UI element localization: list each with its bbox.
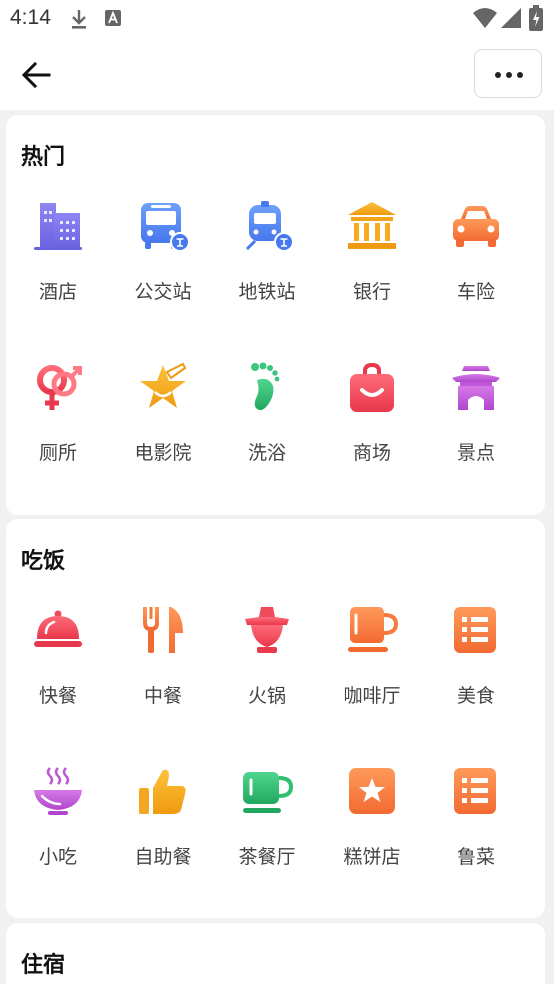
category-item-snack[interactable]: 小吃 xyxy=(6,766,110,906)
star-box-icon xyxy=(349,768,395,814)
status-time: 4:14 xyxy=(10,6,51,29)
subway-icon xyxy=(245,201,293,252)
fork-knife-icon xyxy=(143,607,183,653)
coffee-icon xyxy=(348,607,398,652)
category-item-subway[interactable]: 地铁站 xyxy=(215,201,319,341)
wifi-icon xyxy=(473,8,497,28)
category-label: 美食 xyxy=(456,685,495,707)
category-item-cinema[interactable]: 电影院 xyxy=(111,362,215,502)
more-dots-icon xyxy=(495,72,501,78)
category-item-food[interactable]: 美食 xyxy=(424,605,528,745)
category-label: 火锅 xyxy=(247,685,286,707)
scenic-icon xyxy=(452,366,500,410)
category-item-tea-restaurant[interactable]: 茶餐厅 xyxy=(215,766,319,906)
category-item-hotel[interactable]: 酒店 xyxy=(6,201,110,341)
battery-icon xyxy=(529,5,543,31)
category-item-car-insurance[interactable]: 车险 xyxy=(424,201,528,341)
mall-icon xyxy=(350,362,394,412)
menu-list-icon xyxy=(454,607,496,653)
menu-list-icon xyxy=(454,768,496,814)
section-card-dining: 吃饭 快餐 中餐 火锅 咖啡厅 美食 小吃 自助餐 茶餐厅 糕饼店 鲁菜 xyxy=(6,519,545,918)
snack-bowl-icon xyxy=(34,767,82,815)
hotel-icon xyxy=(34,203,82,250)
category-item-toilet[interactable]: 厕所 xyxy=(6,362,110,502)
category-item-chinese-food[interactable]: 中餐 xyxy=(111,605,215,745)
category-label: 地铁站 xyxy=(238,281,296,303)
category-item-bank[interactable]: 银行 xyxy=(320,201,424,341)
category-label: 车险 xyxy=(456,281,495,303)
category-label: 洗浴 xyxy=(247,442,286,464)
section-card-popular: 热门 酒店 公交站 地铁站 银行 车险 厕所 电影院 洗浴 商场 景点 xyxy=(6,115,545,515)
section-card-lodging: 住宿 xyxy=(6,923,545,984)
bus-icon xyxy=(141,203,189,252)
more-button[interactable] xyxy=(474,49,542,98)
category-item-bath[interactable]: 洗浴 xyxy=(215,362,319,502)
back-button[interactable] xyxy=(20,58,54,92)
category-item-buffet[interactable]: 自助餐 xyxy=(111,766,215,906)
section-title: 热门 xyxy=(21,145,66,170)
category-label: 银行 xyxy=(352,281,391,303)
arrow-left-icon xyxy=(21,61,51,89)
toilet-icon xyxy=(37,365,82,410)
category-label: 景点 xyxy=(456,442,495,464)
cinema-icon xyxy=(140,362,187,408)
top-app-bar xyxy=(0,38,554,110)
car-icon xyxy=(453,206,499,247)
category-item-shandong-cuisine[interactable]: 鲁菜 xyxy=(424,766,528,906)
category-label: 公交站 xyxy=(134,281,192,303)
category-label: 鲁菜 xyxy=(456,846,495,868)
category-item-mall[interactable]: 商场 xyxy=(320,362,424,502)
category-item-hotpot[interactable]: 火锅 xyxy=(215,605,319,745)
category-item-scenic-spot[interactable]: 景点 xyxy=(424,362,528,502)
category-label: 小吃 xyxy=(38,846,77,868)
category-item-cafe[interactable]: 咖啡厅 xyxy=(320,605,424,745)
category-label: 糕饼店 xyxy=(343,846,401,868)
font-a-icon xyxy=(105,10,121,26)
more-dot xyxy=(517,72,523,78)
category-label: 厕所 xyxy=(38,442,77,464)
section-title: 住宿 xyxy=(21,953,66,978)
status-bar: 4:14 xyxy=(0,0,554,38)
category-label: 咖啡厅 xyxy=(343,685,401,707)
category-item-bakery[interactable]: 糕饼店 xyxy=(320,766,424,906)
signal-icon xyxy=(501,8,521,28)
bank-icon xyxy=(348,202,396,249)
section-title: 吃饭 xyxy=(21,549,66,574)
more-dot xyxy=(506,72,512,78)
category-label: 茶餐厅 xyxy=(238,846,296,868)
category-label: 自助餐 xyxy=(134,846,192,868)
cloche-icon xyxy=(34,610,82,647)
category-label: 商场 xyxy=(352,442,391,464)
category-label: 电影院 xyxy=(134,442,192,464)
category-label: 快餐 xyxy=(38,685,77,707)
hotpot-icon xyxy=(245,607,289,653)
category-item-fast-food[interactable]: 快餐 xyxy=(6,605,110,745)
category-item-bus-stop[interactable]: 公交站 xyxy=(111,201,215,341)
tea-cup-icon xyxy=(243,772,293,813)
bath-icon xyxy=(251,362,280,411)
thumbs-up-icon xyxy=(139,769,186,814)
category-label: 酒店 xyxy=(38,281,77,303)
category-label: 中餐 xyxy=(143,685,182,707)
download-icon xyxy=(72,10,86,29)
